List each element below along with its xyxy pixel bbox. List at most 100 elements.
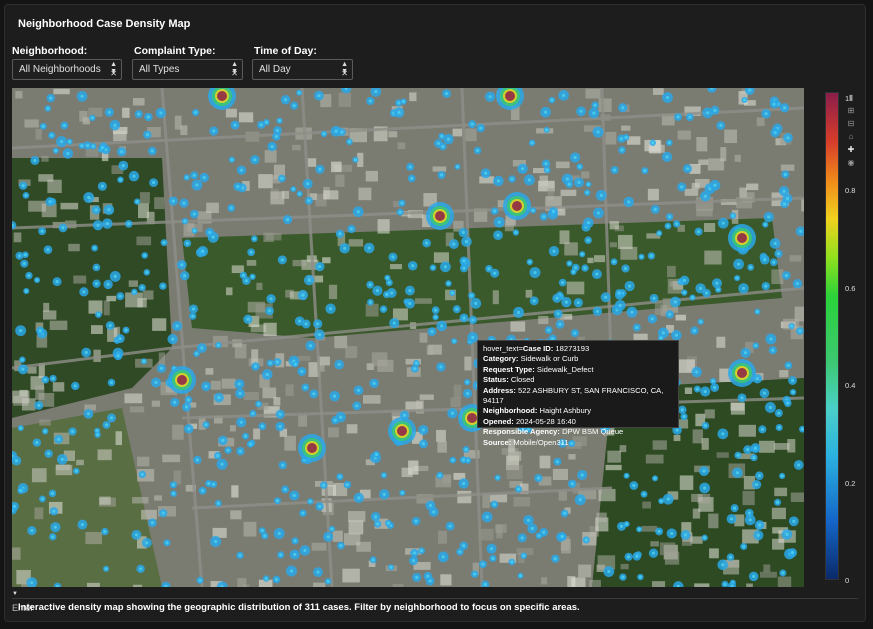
density-point xyxy=(304,322,308,326)
density-point xyxy=(51,376,55,381)
neighborhood-dropdown[interactable]: All Neighborhoods ▲ ▼ ✕ xyxy=(12,59,122,80)
density-point xyxy=(570,482,574,486)
colorbar-tick: 0 xyxy=(845,576,850,585)
building xyxy=(79,110,88,122)
density-point xyxy=(159,366,164,370)
density-point xyxy=(113,123,117,127)
density-point xyxy=(408,301,412,306)
building xyxy=(60,202,79,210)
zoom-in-icon[interactable]: ⊞ xyxy=(845,105,857,117)
density-point xyxy=(434,308,438,312)
building xyxy=(684,188,699,196)
building xyxy=(292,259,307,267)
building xyxy=(650,541,659,547)
density-point xyxy=(270,144,274,149)
density-point xyxy=(496,476,500,480)
density-point xyxy=(192,212,196,216)
density-point xyxy=(704,291,709,295)
density-point xyxy=(556,312,560,316)
density-point xyxy=(106,282,110,286)
clear-icon[interactable]: ✕ xyxy=(341,69,348,78)
density-point xyxy=(518,574,523,578)
density-point xyxy=(574,266,578,270)
density-point xyxy=(300,369,304,374)
density-point xyxy=(786,363,791,367)
building xyxy=(414,298,432,304)
density-point xyxy=(24,289,28,293)
building xyxy=(589,579,601,587)
density-point xyxy=(438,473,442,478)
density-point xyxy=(187,427,191,431)
clear-icon[interactable]: ✕ xyxy=(231,69,238,78)
building xyxy=(773,443,790,450)
density-point xyxy=(298,319,302,323)
density-point xyxy=(711,379,715,383)
density-point xyxy=(790,324,794,328)
building xyxy=(335,174,345,187)
density-point xyxy=(621,575,625,579)
complaint-type-dropdown[interactable]: All Types ▲ ▼ ✕ xyxy=(132,59,243,80)
density-point xyxy=(307,199,311,203)
time-of-day-filter-label: Time of Day: xyxy=(254,45,317,57)
density-point xyxy=(618,303,622,307)
density-point xyxy=(322,483,326,487)
building xyxy=(450,397,461,407)
building xyxy=(141,509,157,520)
density-point xyxy=(256,402,261,406)
bar-chart-icon[interactable]: ▮ xyxy=(845,92,857,104)
building xyxy=(558,490,567,501)
density-point xyxy=(140,472,144,476)
density-point xyxy=(326,535,330,539)
density-point xyxy=(782,106,787,110)
building xyxy=(598,98,612,112)
density-point xyxy=(623,266,628,271)
density-point xyxy=(367,246,371,250)
map-modebar: ▮ ⊞ ⊟ ⌂ ✚ ◉ xyxy=(845,92,857,170)
density-point xyxy=(387,280,391,285)
camera-icon[interactable]: ◉ xyxy=(845,157,857,169)
density-point xyxy=(86,143,90,148)
density-point xyxy=(458,550,462,554)
density-point xyxy=(752,455,756,460)
building xyxy=(667,265,676,278)
density-point xyxy=(740,396,744,400)
map-canvas[interactable] xyxy=(12,88,804,587)
density-point xyxy=(683,533,688,537)
density-point xyxy=(493,271,497,275)
density-map[interactable]: hover_text=Case ID: 18273193 Category: S… xyxy=(12,88,804,587)
density-point xyxy=(264,576,268,581)
density-point xyxy=(238,553,242,557)
building xyxy=(124,393,143,404)
density-point xyxy=(80,94,84,98)
clear-icon[interactable]: ✕ xyxy=(110,69,117,78)
home-icon[interactable]: ⌂ xyxy=(845,131,857,143)
building xyxy=(539,175,548,187)
building xyxy=(358,187,372,201)
density-point xyxy=(191,307,196,311)
density-point xyxy=(253,364,258,369)
building xyxy=(332,530,343,542)
density-point xyxy=(195,352,199,356)
building xyxy=(346,424,358,434)
density-point xyxy=(749,265,753,269)
density-point xyxy=(103,529,107,534)
density-point xyxy=(80,144,84,148)
building xyxy=(492,290,499,305)
density-point xyxy=(96,433,100,437)
caret-down-icon[interactable]: ▼ xyxy=(12,591,18,597)
density-point xyxy=(19,329,23,333)
density-point xyxy=(398,210,402,214)
building xyxy=(647,188,659,201)
density-point xyxy=(48,200,52,204)
pan-icon[interactable]: ✚ xyxy=(845,144,857,156)
zoom-out-icon[interactable]: ⊟ xyxy=(845,118,857,130)
density-point xyxy=(171,492,176,496)
density-point xyxy=(785,532,789,536)
density-point xyxy=(216,343,220,347)
building xyxy=(265,232,282,241)
density-point xyxy=(107,110,111,114)
density-point xyxy=(349,227,354,231)
density-point xyxy=(496,179,501,183)
density-point xyxy=(698,286,703,290)
time-of-day-dropdown[interactable]: All Day ▲ ▼ ✕ xyxy=(252,59,353,80)
